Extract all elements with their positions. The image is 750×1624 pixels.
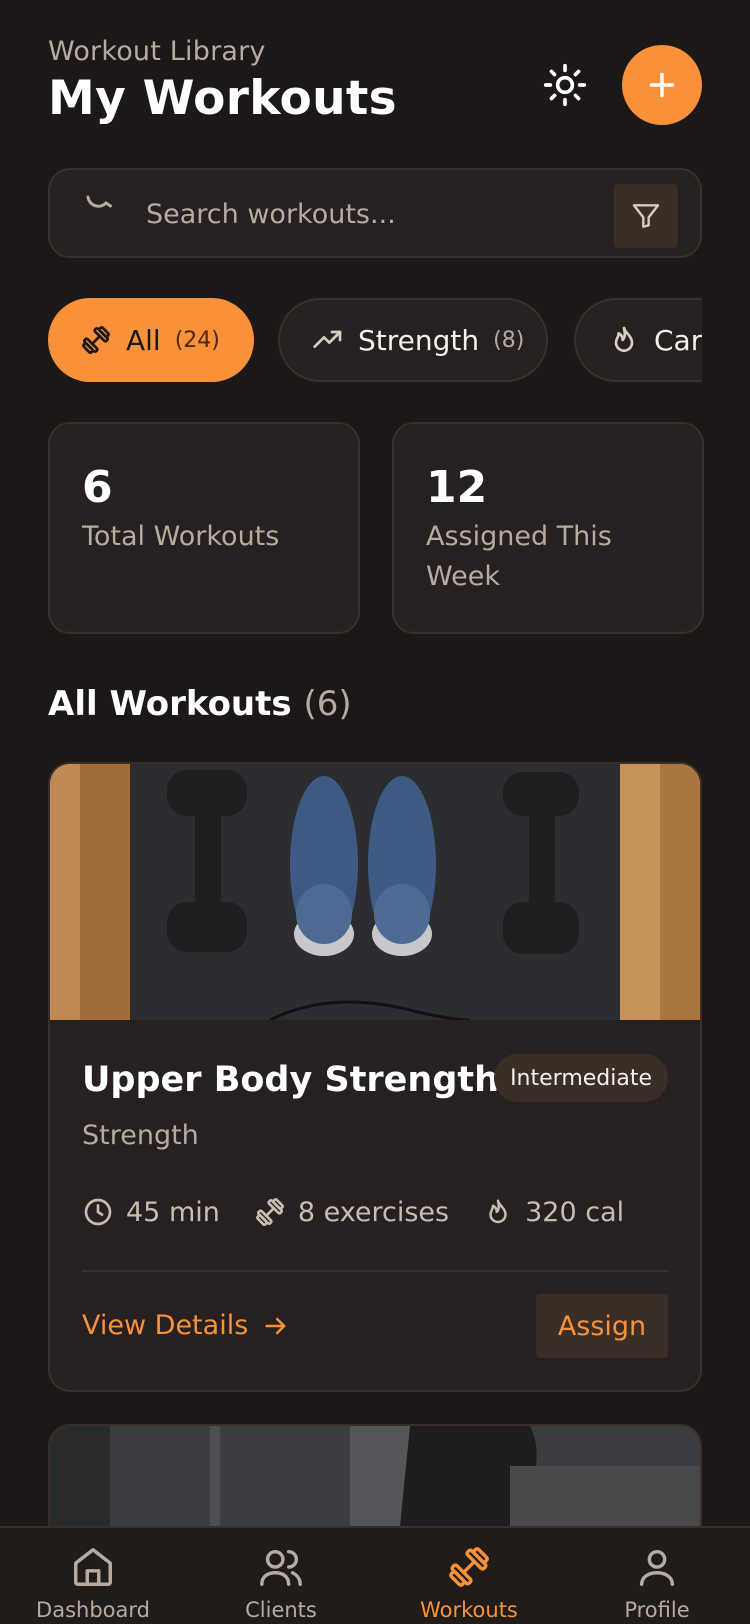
stat-label: Total Workouts [82,521,280,552]
header: Workout Library My Workouts [48,36,702,136]
view-details-link[interactable]: View Details [82,1310,290,1341]
nav-item-dashboard[interactable]: Dashboard [18,1544,168,1622]
chip-label: Cardio [654,323,702,357]
level-badge: Intermediate [494,1054,668,1102]
flame-icon [489,1199,507,1224]
dumbbell-icon [449,1547,489,1587]
calories-text: 320 cal [525,1196,625,1228]
calories-meta: 320 cal [483,1197,624,1228]
arrow-right-icon [265,1317,286,1334]
trending-up-icon [313,330,342,348]
filter-button[interactable] [614,184,678,248]
nav-item-workouts[interactable]: Workouts [394,1544,544,1622]
workout-card[interactable]: Upper Body Strength Intermediate Strengt… [48,762,702,1392]
category-chips: All (24) Strength (8) Cardio [48,298,702,382]
duration-text: 45 min [126,1196,220,1228]
dumbbell-icon [82,326,110,354]
exercises-meta: 8 exercises [254,1196,449,1228]
stat-value: 6 [82,462,113,513]
nav-label: Dashboard [36,1598,150,1622]
page-title: My Workouts [48,71,397,126]
divider [82,1270,668,1272]
duration-meta: 45 min [82,1196,220,1228]
search-input[interactable] [146,190,626,238]
filter-icon [632,204,660,228]
workout-category: Strength [82,1120,199,1151]
chip-cardio[interactable]: Cardio [574,298,702,382]
plus-icon [649,72,675,98]
nav-item-profile[interactable]: Profile [582,1544,732,1622]
flame-icon [614,326,634,352]
section-title-text: All Workouts [48,684,292,724]
nav-item-clients[interactable]: Clients [206,1544,356,1622]
workout-image [50,764,700,1020]
theme-toggle-button[interactable] [538,58,592,112]
chip-all[interactable]: All (24) [48,298,254,382]
bottom-nav: Dashboard Clients Workouts Profile [0,1526,750,1624]
assign-button[interactable]: Assign [536,1294,668,1358]
stat-card-assigned: 12 Assigned This Week [392,422,704,634]
sun-icon [543,63,587,107]
search-bar [48,168,702,258]
stat-card-total: 6 Total Workouts [48,422,360,634]
nav-label: Workouts [420,1598,518,1622]
chip-strength[interactable]: Strength (8) [278,298,548,382]
page-subtitle: Workout Library [48,36,266,67]
stat-label: Assigned This Week [426,521,612,592]
section-count: (6) [303,684,352,724]
chip-count: (8) [493,327,525,353]
dumbbell-icon [255,1198,284,1226]
clock-icon [84,1198,112,1226]
search-icon [86,195,112,208]
nav-label: Clients [245,1598,317,1622]
chip-count: (24) [174,327,220,353]
stat-value: 12 [426,462,488,513]
add-workout-button[interactable] [622,45,702,125]
chip-label: Strength [358,323,480,357]
nav-label: Profile [624,1598,690,1622]
view-details-label: View Details [82,1310,249,1341]
exercises-text: 8 exercises [297,1196,450,1228]
user-icon [639,1549,675,1586]
workout-title: Upper Body Strength [82,1060,500,1100]
chip-label: All [126,323,161,357]
section-title: All Workouts (6) [48,684,352,724]
workout-meta: 45 min 8 exercises 320 cal [82,1196,658,1228]
home-icon [74,1548,112,1586]
users-icon [260,1549,302,1586]
